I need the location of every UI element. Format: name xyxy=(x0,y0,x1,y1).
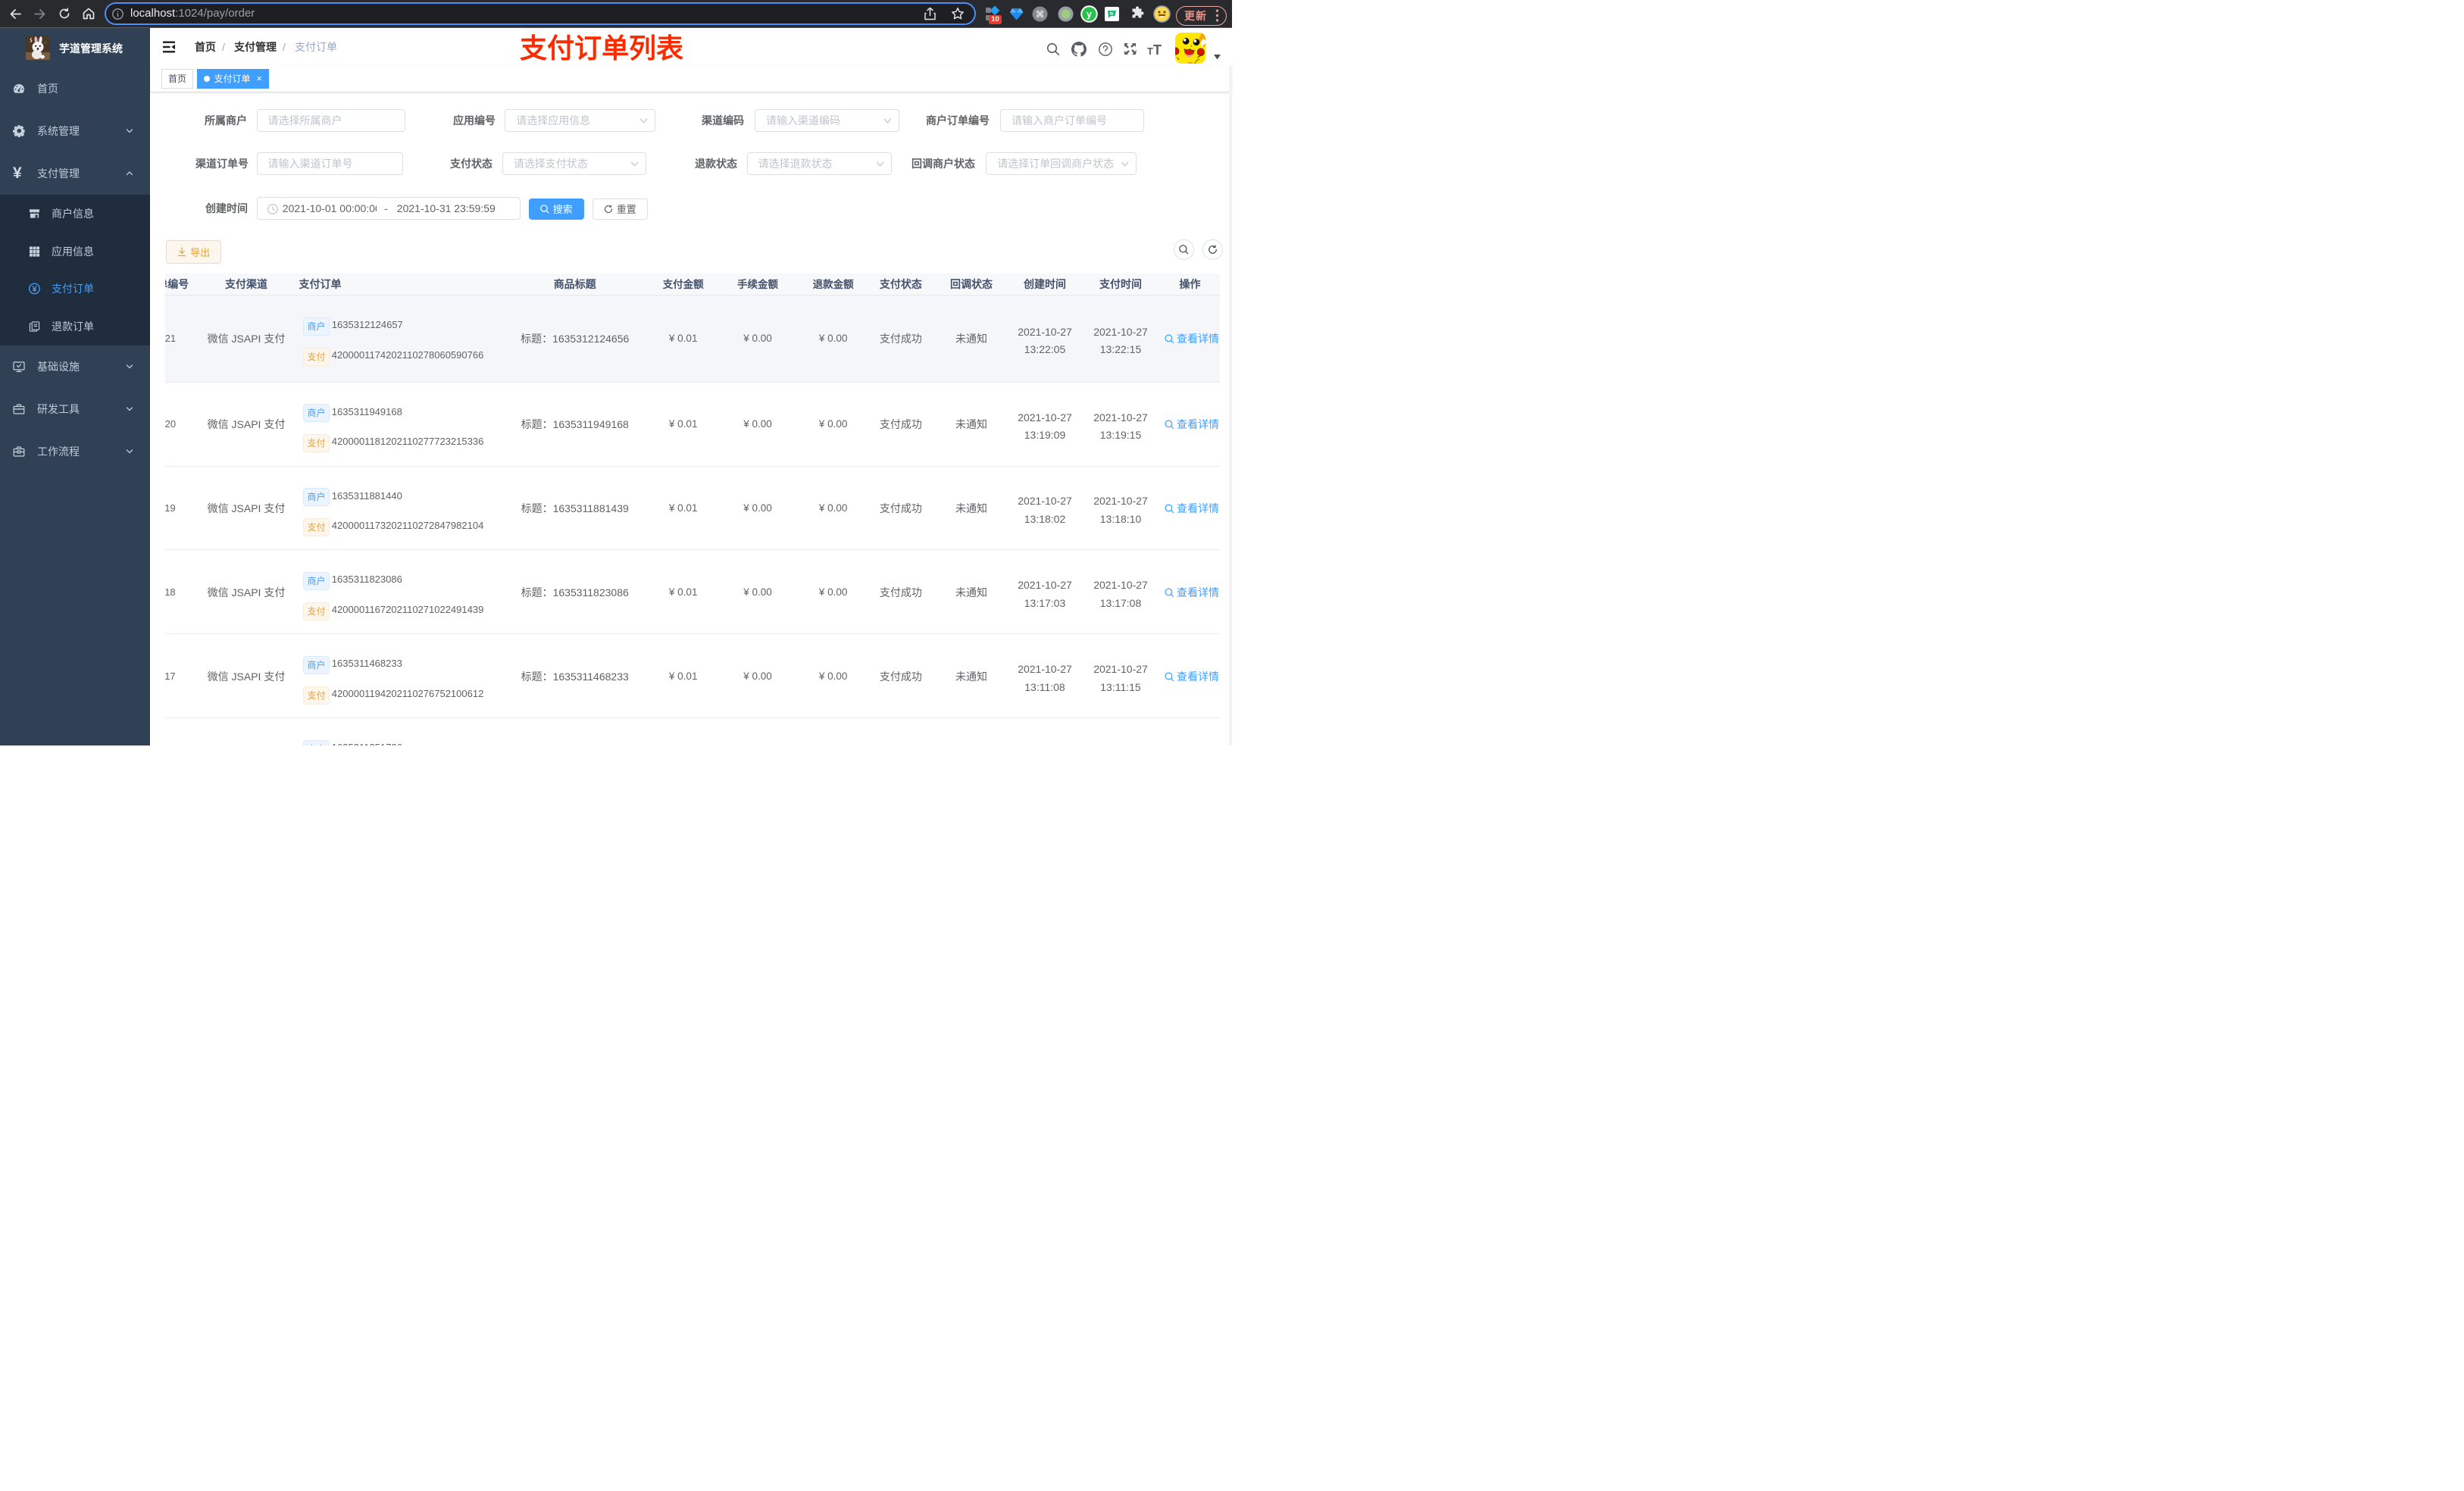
svg-text:T: T xyxy=(1153,42,1162,55)
svg-text:⌘: ⌘ xyxy=(1035,9,1044,20)
svg-text:T: T xyxy=(1147,45,1153,55)
svg-text:y: y xyxy=(1087,9,1092,20)
